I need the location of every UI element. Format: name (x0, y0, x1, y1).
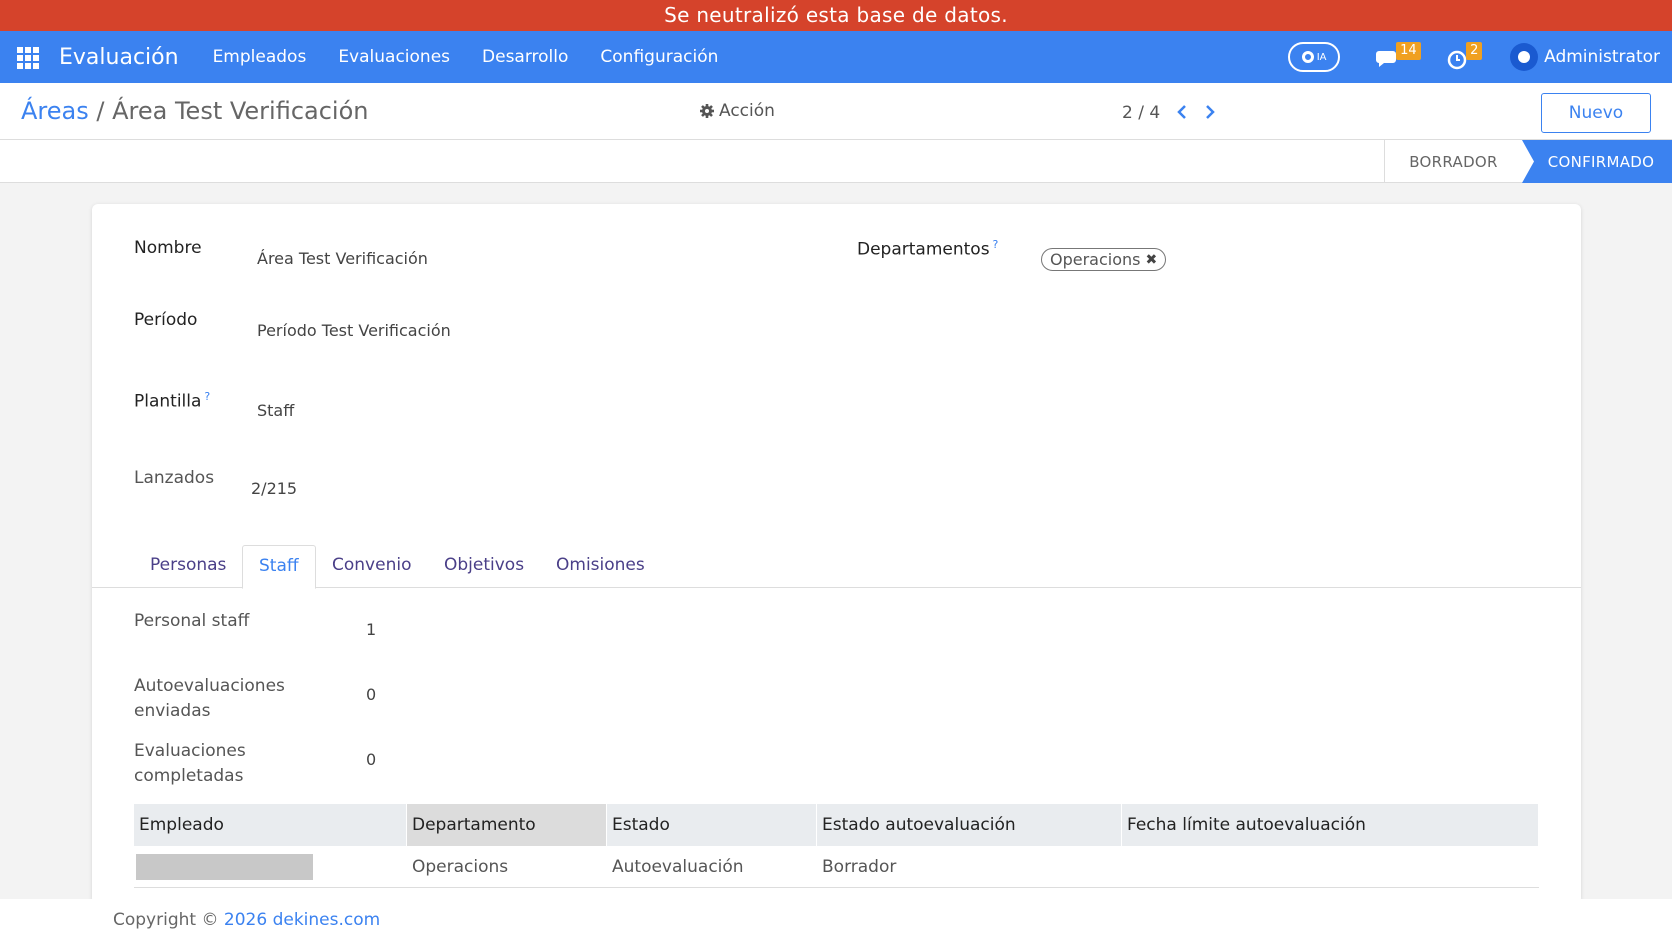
messages-count-badge: 14 (1396, 42, 1421, 60)
ia-label: IA (1316, 51, 1327, 63)
tab-convenio[interactable]: Convenio (332, 545, 411, 588)
tab-personas[interactable]: Personas (150, 545, 226, 588)
evaluaciones-completadas-value: 0 (366, 750, 377, 769)
departamento-tag[interactable]: Operacions ✖ (1041, 248, 1167, 271)
notebook-tabs: Personas Staff Convenio Objetivos Omisio… (92, 545, 1581, 589)
pager-value[interactable]: 2 / 4 (1122, 103, 1160, 123)
ia-toggle[interactable]: IA (1288, 42, 1341, 72)
periodo-label: Período (134, 310, 198, 330)
col-empleado[interactable]: Empleado (134, 804, 407, 846)
cell-estado-autoevaluacion: Borrador (822, 857, 897, 877)
redacted-employee-name (136, 854, 313, 880)
col-estado[interactable]: Estado (607, 804, 817, 846)
action-label: Acción (719, 101, 775, 121)
cell-departamento: Operacions (412, 857, 509, 877)
user-name: Administrator (1544, 47, 1660, 67)
personal-staff-label: Personal staff (134, 611, 250, 631)
breadcrumb-separator: / (96, 97, 105, 125)
col-estado-autoevaluacion[interactable]: Estado autoevaluación (817, 804, 1122, 846)
record-pager: 2 / 4 (1122, 101, 1216, 125)
menu-configuracion[interactable]: Configuración (600, 47, 718, 67)
cell-estado: Autoevaluación (612, 857, 744, 877)
nombre-field[interactable]: Área Test Verificación (257, 249, 428, 268)
pager-previous-icon[interactable] (1176, 101, 1188, 125)
breadcrumb-areas-link[interactable]: Áreas (21, 97, 89, 125)
activities-count-badge: 2 (1466, 42, 1483, 60)
tab-staff[interactable]: Staff (242, 545, 316, 589)
copyright-text: Copyright © 2026 dekines.com (113, 910, 381, 930)
evaluaciones-completadas-label: Evaluaciones completadas (134, 741, 246, 786)
plantilla-label: Plantilla? (134, 390, 211, 412)
breadcrumb: Áreas / Área Test Verificación (21, 97, 369, 125)
clock-icon (1447, 50, 1467, 70)
status-bar: BORRADOR CONFIRMADO (0, 140, 1672, 183)
nombre-label: Nombre (134, 238, 202, 258)
breadcrumb-current: Área Test Verificación (112, 97, 369, 125)
tab-omisiones[interactable]: Omisiones (556, 545, 645, 588)
col-fecha-limite[interactable]: Fecha límite autoevaluación (1122, 804, 1539, 846)
menu-evaluaciones[interactable]: Evaluaciones (338, 47, 450, 67)
autoevaluaciones-value: 0 (366, 685, 377, 704)
app-brand[interactable]: Evaluación (59, 45, 179, 70)
user-menu[interactable]: Administrator (1510, 43, 1660, 71)
lanzados-label: Lanzados (134, 468, 215, 488)
control-panel: Áreas / Área Test Verificación Acción 2 … (0, 83, 1672, 140)
cell-empleado (134, 846, 407, 887)
avatar (1510, 43, 1539, 71)
table-header: Empleado Departamento Estado Estado auto… (134, 804, 1539, 846)
personal-staff-value: 1 (366, 620, 377, 639)
departamento-tag-label: Operacions (1050, 250, 1141, 269)
autoevaluaciones-label: Autoevaluaciones enviadas (134, 676, 285, 721)
new-button[interactable]: Nuevo (1541, 93, 1651, 133)
gear-icon (700, 104, 714, 118)
activities-button[interactable]: 2 (1440, 42, 1483, 72)
neutralized-banner: Se neutralizó esta base de datos. (0, 0, 1672, 31)
copyright-link[interactable]: 2026 dekines.com (224, 910, 380, 930)
menu-empleados[interactable]: Empleados (213, 47, 307, 67)
app-menu-icon[interactable] (17, 47, 41, 69)
pager-next-icon[interactable] (1204, 101, 1216, 125)
departamentos-help-icon[interactable]: ? (993, 238, 999, 251)
ia-toggle-icon (1301, 51, 1314, 63)
lanzados-value: 2/215 (251, 479, 298, 498)
status-draft-button[interactable]: BORRADOR (1384, 140, 1522, 183)
plantilla-help-icon[interactable]: ? (204, 390, 210, 403)
top-navbar: Evaluación Empleados Evaluaciones Desarr… (0, 31, 1672, 83)
form-sheet: Nombre Área Test Verificación Período Pe… (92, 204, 1581, 904)
messages-button[interactable]: 14 (1370, 42, 1421, 72)
departamentos-label: Departamentos? (857, 238, 999, 260)
cell-fecha-limite (1122, 846, 1539, 887)
remove-tag-icon[interactable]: ✖ (1145, 252, 1157, 268)
col-departamento[interactable]: Departamento (407, 804, 607, 846)
staff-table: Empleado Departamento Estado Estado auto… (134, 804, 1539, 888)
menu-desarrollo[interactable]: Desarrollo (482, 47, 568, 67)
action-menu-button[interactable]: Acción (699, 101, 775, 121)
periodo-field[interactable]: Período Test Verificación (257, 321, 451, 340)
footer: Copyright © 2026 dekines.com (0, 899, 1672, 941)
tab-objetivos[interactable]: Objetivos (444, 545, 524, 588)
plantilla-field[interactable]: Staff (257, 401, 294, 420)
table-row[interactable]: Operacions Autoevaluación Borrador (134, 846, 1539, 888)
status-confirmed-button[interactable]: CONFIRMADO (1522, 140, 1672, 183)
